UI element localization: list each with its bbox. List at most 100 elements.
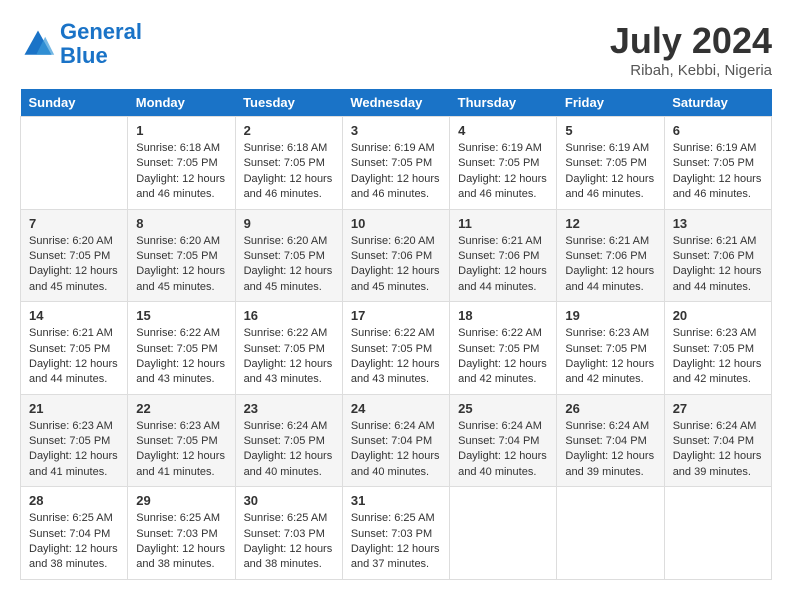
day-number: 5	[565, 123, 655, 138]
calendar-cell: 28Sunrise: 6:25 AMSunset: 7:04 PMDayligh…	[21, 487, 128, 580]
day-number: 27	[673, 401, 763, 416]
day-number: 26	[565, 401, 655, 416]
day-info: Sunrise: 6:22 AMSunset: 7:05 PMDaylight:…	[458, 326, 548, 388]
day-info: Sunrise: 6:24 AMSunset: 7:05 PMDaylight:…	[244, 419, 334, 481]
day-info: Sunrise: 6:23 AMSunset: 7:05 PMDaylight:…	[29, 419, 119, 481]
day-info: Sunrise: 6:24 AMSunset: 7:04 PMDaylight:…	[351, 419, 441, 481]
weekday-header: Saturday	[664, 89, 771, 117]
calendar-cell	[557, 487, 664, 580]
day-info: Sunrise: 6:19 AMSunset: 7:05 PMDaylight:…	[673, 141, 763, 203]
day-info: Sunrise: 6:22 AMSunset: 7:05 PMDaylight:…	[244, 326, 334, 388]
calendar-cell: 22 Sunrise: 6:23 AMSunset: 7:05 PMDayligh…	[128, 394, 235, 487]
day-info: Sunrise: 6:23 AMSunset: 7:05 PMDaylight:…	[565, 326, 655, 388]
calendar-cell: 23 Sunrise: 6:24 AMSunset: 7:05 PMDayligh…	[235, 394, 342, 487]
day-number: 10	[351, 216, 441, 231]
day-number: 14	[29, 308, 119, 323]
week-row: 28Sunrise: 6:25 AMSunset: 7:04 PMDayligh…	[21, 487, 772, 580]
calendar-cell: 8 Sunrise: 6:20 AMSunset: 7:05 PMDaylight…	[128, 209, 235, 302]
calendar-body: 1 Sunrise: 6:18 AMSunset: 7:05 PMDaylight…	[21, 117, 772, 580]
calendar-cell: 17 Sunrise: 6:22 AMSunset: 7:05 PMDayligh…	[342, 302, 449, 395]
day-info: Sunrise: 6:19 AMSunset: 7:05 PMDaylight:…	[565, 141, 655, 203]
day-number: 9	[244, 216, 334, 231]
calendar-cell: 31 Sunrise: 6:25 AMSunset: 7:03 PMDayligh…	[342, 487, 449, 580]
day-info: Sunrise: 6:25 AMSunset: 7:03 PMDaylight:…	[244, 511, 334, 573]
day-info: Sunrise: 6:21 AMSunset: 7:06 PMDaylight:…	[673, 234, 763, 296]
calendar-cell	[664, 487, 771, 580]
day-info: Sunrise: 6:25 AMSunset: 7:03 PMDaylight:…	[351, 511, 441, 573]
day-number: 15	[136, 308, 226, 323]
day-number: 21	[29, 401, 119, 416]
day-info: Sunrise: 6:25 AMSunset: 7:04 PMDaylight:…	[29, 511, 119, 573]
day-info: Sunrise: 6:23 AMSunset: 7:05 PMDaylight:…	[136, 419, 226, 481]
calendar-cell: 5 Sunrise: 6:19 AMSunset: 7:05 PMDaylight…	[557, 117, 664, 210]
day-info: Sunrise: 6:22 AMSunset: 7:05 PMDaylight:…	[351, 326, 441, 388]
day-number: 20	[673, 308, 763, 323]
location: Ribah, Kebbi, Nigeria	[610, 62, 772, 79]
day-info: Sunrise: 6:19 AMSunset: 7:05 PMDaylight:…	[351, 141, 441, 203]
calendar-cell: 1 Sunrise: 6:18 AMSunset: 7:05 PMDaylight…	[128, 117, 235, 210]
calendar-cell: 4Sunrise: 6:19 AMSunset: 7:05 PMDaylight…	[450, 117, 557, 210]
calendar-table: SundayMondayTuesdayWednesdayThursdayFrid…	[20, 89, 772, 580]
day-number: 2	[244, 123, 334, 138]
title-block: July 2024 Ribah, Kebbi, Nigeria	[610, 20, 772, 79]
weekday-header: Sunday	[21, 89, 128, 117]
logo-icon	[20, 26, 56, 62]
calendar-cell: 26Sunrise: 6:24 AMSunset: 7:04 PMDayligh…	[557, 394, 664, 487]
calendar-cell: 27 Sunrise: 6:24 AMSunset: 7:04 PMDayligh…	[664, 394, 771, 487]
calendar-cell	[450, 487, 557, 580]
day-info: Sunrise: 6:24 AMSunset: 7:04 PMDaylight:…	[673, 419, 763, 481]
calendar-cell: 24 Sunrise: 6:24 AMSunset: 7:04 PMDayligh…	[342, 394, 449, 487]
day-number: 19	[565, 308, 655, 323]
weekday-header: Monday	[128, 89, 235, 117]
day-info: Sunrise: 6:23 AMSunset: 7:05 PMDaylight:…	[673, 326, 763, 388]
day-number: 24	[351, 401, 441, 416]
day-number: 11	[458, 216, 548, 231]
calendar-cell: 10Sunrise: 6:20 AMSunset: 7:06 PMDayligh…	[342, 209, 449, 302]
week-row: 21 Sunrise: 6:23 AMSunset: 7:05 PMDayligh…	[21, 394, 772, 487]
logo: General Blue	[20, 20, 142, 68]
day-info: Sunrise: 6:21 AMSunset: 7:06 PMDaylight:…	[458, 234, 548, 296]
calendar-cell: 21 Sunrise: 6:23 AMSunset: 7:05 PMDayligh…	[21, 394, 128, 487]
logo-line1: General	[60, 19, 142, 44]
calendar-cell: 9 Sunrise: 6:20 AMSunset: 7:05 PMDaylight…	[235, 209, 342, 302]
calendar-cell: 6 Sunrise: 6:19 AMSunset: 7:05 PMDaylight…	[664, 117, 771, 210]
calendar-cell: 29Sunrise: 6:25 AMSunset: 7:03 PMDayligh…	[128, 487, 235, 580]
day-info: Sunrise: 6:21 AMSunset: 7:06 PMDaylight:…	[565, 234, 655, 296]
page-header: General Blue July 2024 Ribah, Kebbi, Nig…	[20, 20, 772, 79]
weekday-header: Tuesday	[235, 89, 342, 117]
weekday-header: Thursday	[450, 89, 557, 117]
day-info: Sunrise: 6:20 AMSunset: 7:05 PMDaylight:…	[29, 234, 119, 296]
logo-line2: Blue	[60, 43, 108, 68]
calendar-cell: 2Sunrise: 6:18 AMSunset: 7:05 PMDaylight…	[235, 117, 342, 210]
day-number: 3	[351, 123, 441, 138]
day-number: 31	[351, 493, 441, 508]
week-row: 7 Sunrise: 6:20 AMSunset: 7:05 PMDaylight…	[21, 209, 772, 302]
day-info: Sunrise: 6:18 AMSunset: 7:05 PMDaylight:…	[136, 141, 226, 203]
calendar-cell: 14 Sunrise: 6:21 AMSunset: 7:05 PMDayligh…	[21, 302, 128, 395]
day-number: 23	[244, 401, 334, 416]
weekday-header: Wednesday	[342, 89, 449, 117]
day-number: 13	[673, 216, 763, 231]
day-number: 29	[136, 493, 226, 508]
week-row: 1 Sunrise: 6:18 AMSunset: 7:05 PMDaylight…	[21, 117, 772, 210]
day-number: 22	[136, 401, 226, 416]
calendar-cell: 13 Sunrise: 6:21 AMSunset: 7:06 PMDayligh…	[664, 209, 771, 302]
day-info: Sunrise: 6:20 AMSunset: 7:05 PMDaylight:…	[244, 234, 334, 296]
day-number: 1	[136, 123, 226, 138]
calendar-cell: 30 Sunrise: 6:25 AMSunset: 7:03 PMDayligh…	[235, 487, 342, 580]
calendar-header: SundayMondayTuesdayWednesdayThursdayFrid…	[21, 89, 772, 117]
day-number: 17	[351, 308, 441, 323]
day-number: 8	[136, 216, 226, 231]
day-number: 30	[244, 493, 334, 508]
day-number: 18	[458, 308, 548, 323]
calendar-cell: 15Sunrise: 6:22 AMSunset: 7:05 PMDayligh…	[128, 302, 235, 395]
day-number: 12	[565, 216, 655, 231]
day-number: 6	[673, 123, 763, 138]
calendar-cell: 18 Sunrise: 6:22 AMSunset: 7:05 PMDayligh…	[450, 302, 557, 395]
month-title: July 2024	[610, 20, 772, 62]
calendar-cell: 20 Sunrise: 6:23 AMSunset: 7:05 PMDayligh…	[664, 302, 771, 395]
day-info: Sunrise: 6:20 AMSunset: 7:05 PMDaylight:…	[136, 234, 226, 296]
day-info: Sunrise: 6:21 AMSunset: 7:05 PMDaylight:…	[29, 326, 119, 388]
day-number: 7	[29, 216, 119, 231]
day-number: 16	[244, 308, 334, 323]
